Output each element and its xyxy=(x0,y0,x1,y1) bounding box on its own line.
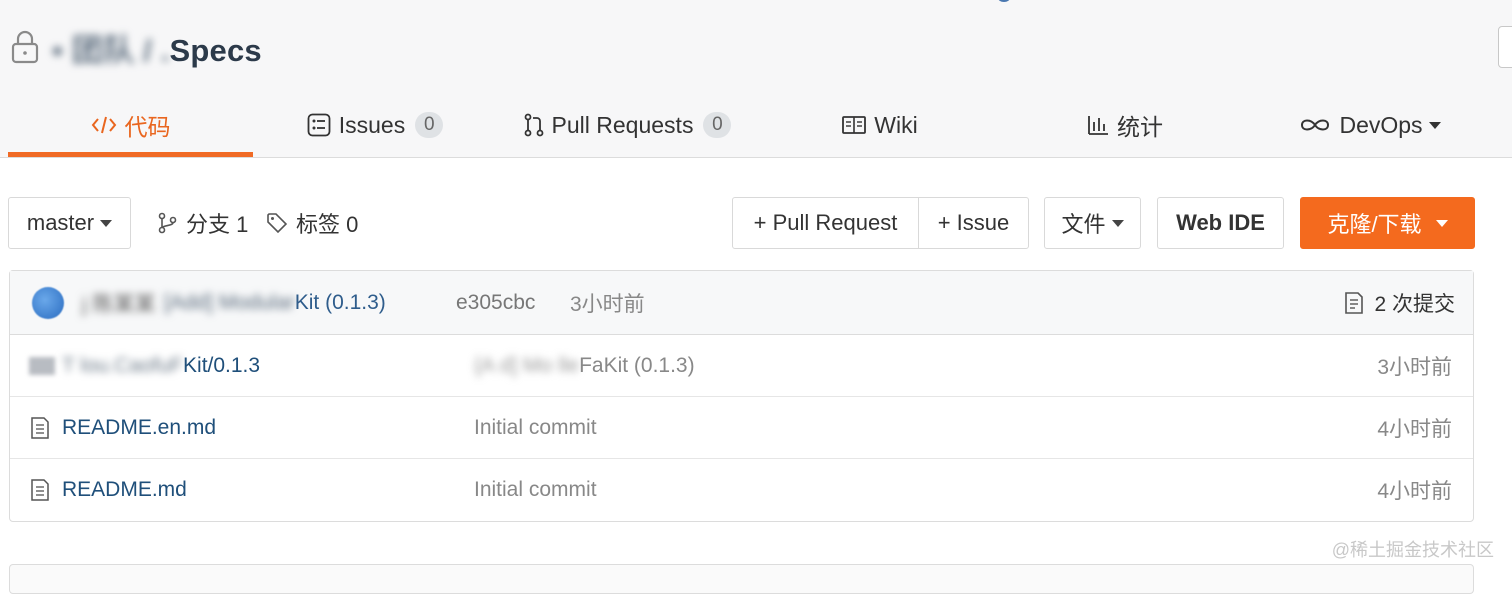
file-icon xyxy=(30,478,50,508)
lock-icon xyxy=(11,30,39,64)
file-commit-message[interactable]: Initial commit xyxy=(474,416,597,440)
code-icon xyxy=(91,114,117,136)
table-row: README.md Initial commit 4小时前 xyxy=(10,459,1473,521)
tags-label: 标签 0 xyxy=(296,212,359,237)
commit-count-label: 2 次提交 xyxy=(1374,292,1455,316)
file-menu-button[interactable]: 文件 xyxy=(1044,197,1141,249)
issues-count-badge: 0 xyxy=(415,112,444,138)
folder-icon xyxy=(28,355,56,383)
latest-commit-bar: j 陈某某 [Add] Modular Kit (0.1.3) e305cbc … xyxy=(10,271,1473,335)
commits-icon xyxy=(1345,291,1364,314)
clone-download-button[interactable]: 克隆/下载 xyxy=(1300,197,1475,249)
commit-message-link[interactable]: [Add] Modular Kit (0.1.3) xyxy=(164,291,386,315)
tab-devops[interactable]: DevOps xyxy=(1280,92,1460,158)
decorative-dot xyxy=(998,0,1010,2)
tab-wiki-label: Wiki xyxy=(874,111,918,138)
tag-icon xyxy=(267,213,288,234)
branch-icon xyxy=(158,212,177,234)
file-commit-time: 3小时前 xyxy=(1377,355,1452,379)
tab-stats-label: 统计 xyxy=(1117,114,1163,140)
active-tab-underline xyxy=(8,152,253,157)
folder-commit-visible: FaKit (0.1.3) xyxy=(579,353,695,377)
web-ide-label: Web IDE xyxy=(1176,210,1265,235)
repo-name: Specs xyxy=(169,32,262,68)
file-name-link[interactable]: README.en.md xyxy=(62,416,216,440)
repo-title-row: • 团队 / .Specs xyxy=(10,22,262,72)
watermark: @稀土掘金技术社区 xyxy=(1331,540,1494,560)
file-icon xyxy=(30,416,50,446)
file-name-link[interactable]: T lou.CaofuF Kit/0.1.3 xyxy=(62,354,260,378)
file-commit-time: 4小时前 xyxy=(1377,480,1452,503)
branch-select[interactable]: master xyxy=(8,197,131,249)
branches-label: 分支 1 xyxy=(186,212,249,237)
new-issue-label: + Issue xyxy=(937,210,1010,235)
chevron-down-icon xyxy=(100,219,113,227)
tab-code[interactable]: 代码 xyxy=(8,92,253,158)
commit-message-blurred: [Add] Modular xyxy=(164,290,295,314)
pull-request-icon xyxy=(524,113,544,137)
table-row: README.en.md Initial commit 4小时前 xyxy=(10,397,1473,459)
commit-message-suffix: Kit (0.1.3) xyxy=(294,290,386,314)
table-row: T lou.CaofuF Kit/0.1.3 {A d] Mo lle FaKi… xyxy=(10,335,1473,397)
branches-link[interactable]: 分支 1 xyxy=(158,197,248,249)
avatar[interactable] xyxy=(32,287,64,319)
folder-name-blurred: T lou.CaofuF xyxy=(62,353,184,377)
commit-hash[interactable]: e305cbc xyxy=(456,291,535,315)
folder-commit-blurred: {A d] Mo lle xyxy=(474,353,580,377)
new-pull-request-button[interactable]: + Pull Request xyxy=(732,197,919,249)
folder-name-visible: Kit/0.1.3 xyxy=(183,353,261,377)
file-name-link[interactable]: README.md xyxy=(62,478,187,502)
issues-icon xyxy=(307,113,331,137)
tab-wiki[interactable]: Wiki xyxy=(800,92,960,158)
readme-panel xyxy=(9,564,1474,594)
file-commit-message[interactable]: {A d] Mo lle FaKit (0.1.3) xyxy=(474,354,695,378)
tags-link[interactable]: 标签 0 xyxy=(266,197,358,249)
repo-header: • 团队 / .Specs 代码 Issues 0 Pull Requests … xyxy=(0,0,1512,158)
chevron-down-icon xyxy=(1435,219,1448,227)
commit-count-link[interactable]: 2 次提交 xyxy=(1344,288,1455,318)
tab-pull-requests-label: Pull Requests xyxy=(551,111,694,138)
chevron-down-icon xyxy=(1111,219,1124,227)
repo-title[interactable]: • 团队 / .Specs xyxy=(52,25,262,70)
repo-namespace-blurred: • 团队 / . xyxy=(52,32,170,68)
commit-author[interactable]: j 陈某某 xyxy=(82,288,156,318)
clone-download-label: 克隆/下载 xyxy=(1327,212,1422,237)
wiki-icon xyxy=(842,115,867,135)
tab-pull-requests[interactable]: Pull Requests 0 xyxy=(505,92,750,158)
web-ide-button[interactable]: Web IDE xyxy=(1157,197,1284,249)
tab-issues-label: Issues xyxy=(338,111,406,138)
infinity-icon xyxy=(1299,116,1331,134)
pull-requests-count-badge: 0 xyxy=(703,112,732,138)
branch-select-label: master xyxy=(26,210,95,235)
chevron-down-icon xyxy=(1428,121,1441,129)
file-menu-label: 文件 xyxy=(1061,212,1106,237)
tab-devops-label: DevOps xyxy=(1339,111,1423,138)
stats-icon xyxy=(1087,114,1109,136)
repo-toolbar: master 分支 1 标签 0 + Pull Request + Issue … xyxy=(0,196,1512,250)
tab-stats[interactable]: 统计 xyxy=(1045,92,1205,158)
file-commit-time: 4小时前 xyxy=(1377,417,1452,441)
new-pull-request-label: + Pull Request xyxy=(753,210,898,235)
new-issue-button[interactable]: + Issue xyxy=(918,197,1029,249)
tab-code-label: 代码 xyxy=(124,114,171,140)
file-list: j 陈某某 [Add] Modular Kit (0.1.3) e305cbc … xyxy=(9,270,1474,522)
file-commit-message[interactable]: Initial commit xyxy=(474,478,597,502)
edge-button[interactable] xyxy=(1498,26,1512,68)
tab-issues[interactable]: Issues 0 xyxy=(290,92,460,158)
repo-tabs: 代码 Issues 0 Pull Requests 0 Wiki 统计 DevO… xyxy=(0,92,1512,158)
commit-time: 3小时前 xyxy=(570,292,645,316)
